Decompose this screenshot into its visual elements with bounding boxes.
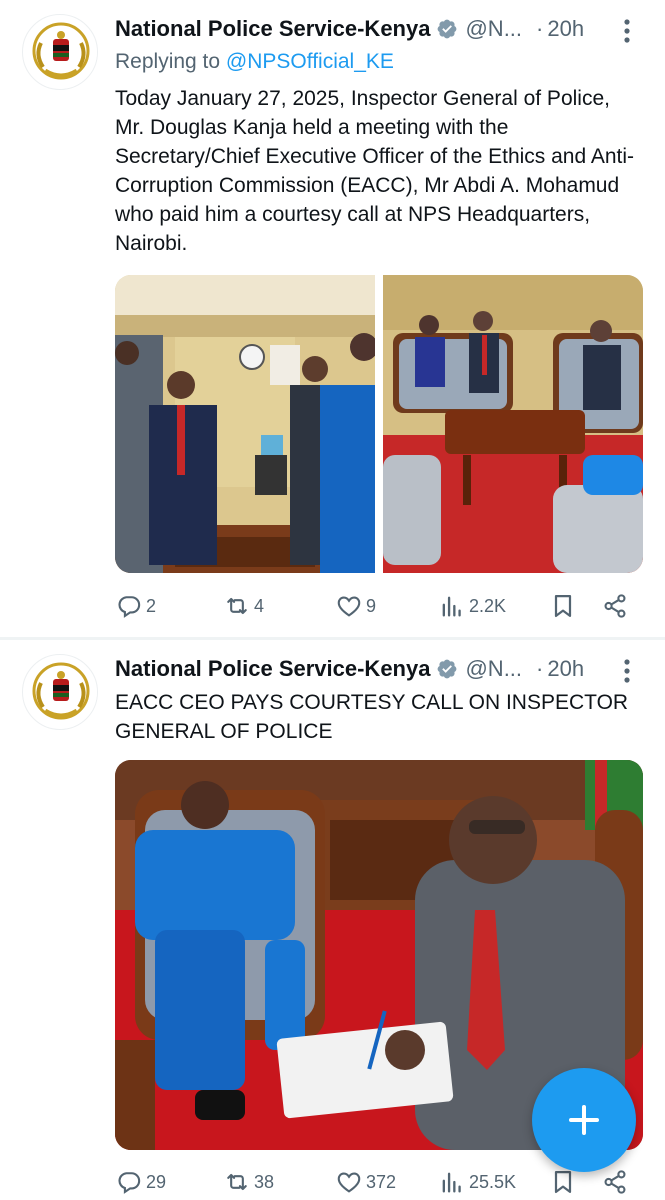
tweet-content: National Police Service-Kenya @N... · 20…	[115, 12, 643, 258]
retweet-icon	[227, 597, 247, 615]
compose-plus-icon	[569, 1105, 599, 1135]
retweet-button[interactable]: 4	[223, 588, 264, 624]
views-icon	[442, 1172, 461, 1193]
author-avatar[interactable]	[22, 654, 98, 730]
views-icon	[442, 596, 461, 617]
like-count: 9	[366, 595, 377, 616]
views-button[interactable]: 25.5K	[438, 1164, 516, 1200]
replying-to: Replying to @NPSOfficial_KE	[115, 50, 643, 78]
tweet-text: Today January 27, 2025, Inspector Genera…	[115, 87, 635, 255]
tweet[interactable]: National Police Service-Kenya @N... · 20…	[0, 0, 665, 640]
reply-mention-link[interactable]: @NPSOfficial_KE	[226, 50, 394, 73]
timestamp[interactable]: 20h	[547, 656, 584, 682]
tweet-content: National Police Service-Kenya @N... · 20…	[115, 652, 643, 746]
like-icon	[337, 596, 361, 617]
retweet-count: 4	[254, 595, 265, 616]
share-icon	[604, 1170, 626, 1194]
author-handle[interactable]: @N...	[465, 656, 522, 682]
tweet-header: National Police Service-Kenya @N... · 20…	[115, 12, 643, 46]
retweet-icon	[227, 1173, 247, 1191]
separator: ·	[536, 656, 544, 681]
share-button[interactable]	[601, 1164, 629, 1200]
author-handle[interactable]: @N...	[465, 16, 522, 42]
bookmark-button[interactable]	[549, 588, 577, 624]
tweet-text: EACC CEO PAYS COURTESY CALL ON INSPECTOR…	[115, 691, 629, 743]
author-avatar[interactable]	[22, 14, 98, 90]
views-button[interactable]: 2.2K	[438, 588, 506, 624]
like-count: 372	[366, 1171, 397, 1192]
like-icon	[337, 1172, 361, 1193]
tweet-media-grid[interactable]	[115, 275, 643, 573]
verified-badge-icon	[438, 19, 457, 39]
bookmark-icon	[554, 1170, 572, 1194]
author-name[interactable]: National Police Service-Kenya	[115, 656, 430, 682]
compose-button[interactable]	[532, 1068, 636, 1172]
reply-count: 29	[146, 1171, 167, 1192]
separator: ·	[536, 16, 544, 41]
views-count: 25.5K	[469, 1171, 517, 1192]
reply-icon	[118, 1172, 141, 1194]
reply-button[interactable]: 2	[115, 588, 156, 624]
tweet-actions: 2 4 9 2.2K	[115, 588, 635, 624]
tweet-header: National Police Service-Kenya @N... · 20…	[115, 652, 643, 686]
more-options-icon[interactable]	[623, 18, 631, 44]
reply-button[interactable]: 29	[115, 1164, 166, 1200]
verified-badge-icon	[438, 659, 457, 679]
reply-count: 2	[146, 595, 157, 616]
replying-to-label: Replying to	[115, 50, 221, 73]
more-options-icon[interactable]	[623, 658, 631, 684]
tweet-actions: 29 38 372 25.5K	[115, 1164, 635, 1200]
share-button[interactable]	[601, 588, 629, 624]
bookmark-icon	[554, 594, 572, 618]
views-count: 2.2K	[469, 595, 507, 616]
retweet-button[interactable]: 38	[223, 1164, 274, 1200]
tweet-photo[interactable]	[115, 275, 375, 573]
timestamp[interactable]: 20h	[547, 16, 584, 42]
tweet-photo[interactable]	[383, 275, 643, 573]
author-name[interactable]: National Police Service-Kenya	[115, 16, 430, 42]
reply-icon	[118, 596, 141, 618]
like-button[interactable]: 9	[335, 588, 376, 624]
share-icon	[604, 594, 626, 618]
like-button[interactable]: 372	[335, 1164, 396, 1200]
retweet-count: 38	[254, 1171, 275, 1192]
